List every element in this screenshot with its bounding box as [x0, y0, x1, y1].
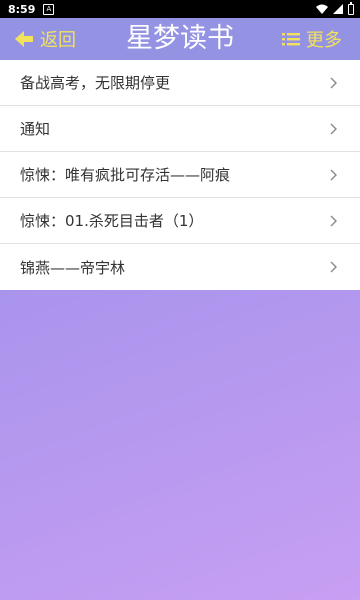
- chevron-right-icon: [330, 261, 337, 273]
- list-item-label: 通知: [20, 120, 51, 138]
- book-list: 备战高考，无限期停更 通知 惊悚：唯有疯批可存活——阿痕 惊悚：01.杀死目击者…: [0, 60, 360, 290]
- status-bar: 8:59 A: [0, 0, 360, 18]
- list-item-label: 惊悚：唯有疯批可存活——阿痕: [20, 166, 231, 184]
- status-icons: [316, 1, 354, 15]
- list-item[interactable]: 惊悚：01.杀死目击者（1）: [0, 198, 360, 244]
- notification-icon: A: [43, 3, 55, 15]
- more-button[interactable]: 更多: [282, 18, 342, 60]
- list-item-label: 备战高考，无限期停更: [20, 74, 171, 92]
- chevron-right-icon: [330, 77, 337, 88]
- list-item[interactable]: 备战高考，无限期停更: [0, 60, 360, 106]
- back-button[interactable]: 返回: [14, 18, 76, 60]
- list-item[interactable]: 锦燕——帝宇林: [0, 244, 360, 290]
- app-header: 返回 星梦读书 更多: [0, 18, 360, 60]
- wifi-icon: [316, 4, 328, 14]
- signal-icon: [333, 4, 343, 14]
- status-time: 8:59: [8, 2, 36, 16]
- back-label: 返回: [40, 30, 76, 51]
- list-item-label: 锦燕——帝宇林: [20, 258, 126, 277]
- chevron-right-icon: [330, 215, 337, 226]
- list-item-label: 惊悚：01.杀死目击者（1）: [20, 212, 204, 230]
- battery-icon: [348, 1, 354, 15]
- chevron-right-icon: [330, 169, 337, 180]
- list-item[interactable]: 惊悚：唯有疯批可存活——阿痕: [0, 152, 360, 198]
- list-icon: [282, 33, 300, 46]
- arrow-left-icon: [15, 31, 33, 47]
- chevron-right-icon: [330, 123, 337, 134]
- list-item[interactable]: 通知: [0, 106, 360, 152]
- more-label: 更多: [306, 30, 342, 51]
